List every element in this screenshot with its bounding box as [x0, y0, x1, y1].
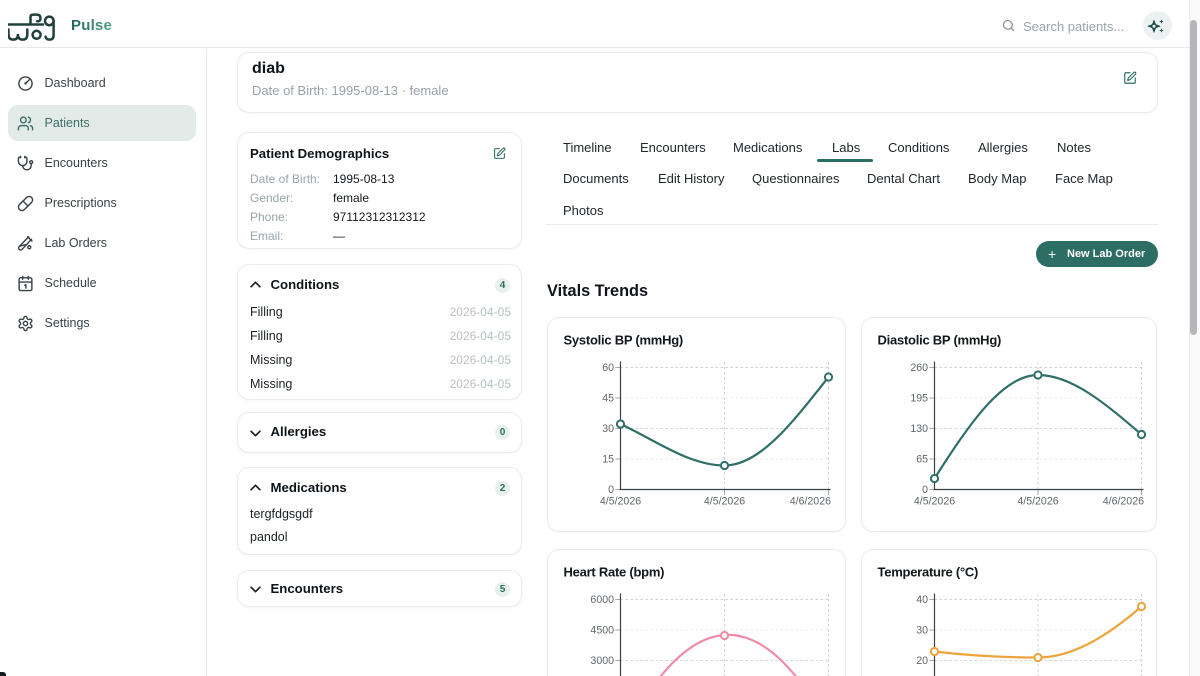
svg-text:4500: 4500: [590, 625, 614, 637]
svg-text:40: 40: [916, 594, 928, 606]
svg-text:3000: 3000: [590, 655, 614, 667]
svg-text:6000: 6000: [590, 594, 614, 606]
svg-text:Heart Rate (bpm): Heart Rate (bpm): [564, 565, 665, 580]
svg-text:65: 65: [916, 454, 928, 466]
svg-text:4/6/2026: 4/6/2026: [790, 496, 831, 508]
svg-text:Temperature (°C): Temperature (°C): [878, 565, 979, 580]
svg-text:4/5/2026: 4/5/2026: [600, 496, 641, 508]
svg-text:0: 0: [608, 484, 614, 496]
svg-text:30: 30: [916, 625, 928, 637]
svg-text:60: 60: [602, 362, 614, 374]
svg-text:45: 45: [602, 393, 614, 405]
svg-text:30: 30: [602, 423, 614, 435]
svg-text:4/5/2026: 4/5/2026: [914, 496, 955, 508]
svg-text:130: 130: [910, 423, 928, 435]
svg-text:195: 195: [910, 393, 928, 405]
svg-text:15: 15: [602, 454, 614, 466]
svg-text:Diastolic BP (mmHg): Diastolic BP (mmHg): [878, 333, 1002, 348]
svg-text:20: 20: [916, 655, 928, 667]
svg-text:Systolic BP (mmHg): Systolic BP (mmHg): [564, 333, 684, 348]
svg-text:4/5/2026: 4/5/2026: [704, 496, 745, 508]
svg-text:4/5/2026: 4/5/2026: [1017, 496, 1058, 508]
svg-text:260: 260: [910, 362, 928, 374]
svg-text:4/6/2026: 4/6/2026: [1103, 496, 1144, 508]
svg-text:0: 0: [922, 484, 928, 496]
